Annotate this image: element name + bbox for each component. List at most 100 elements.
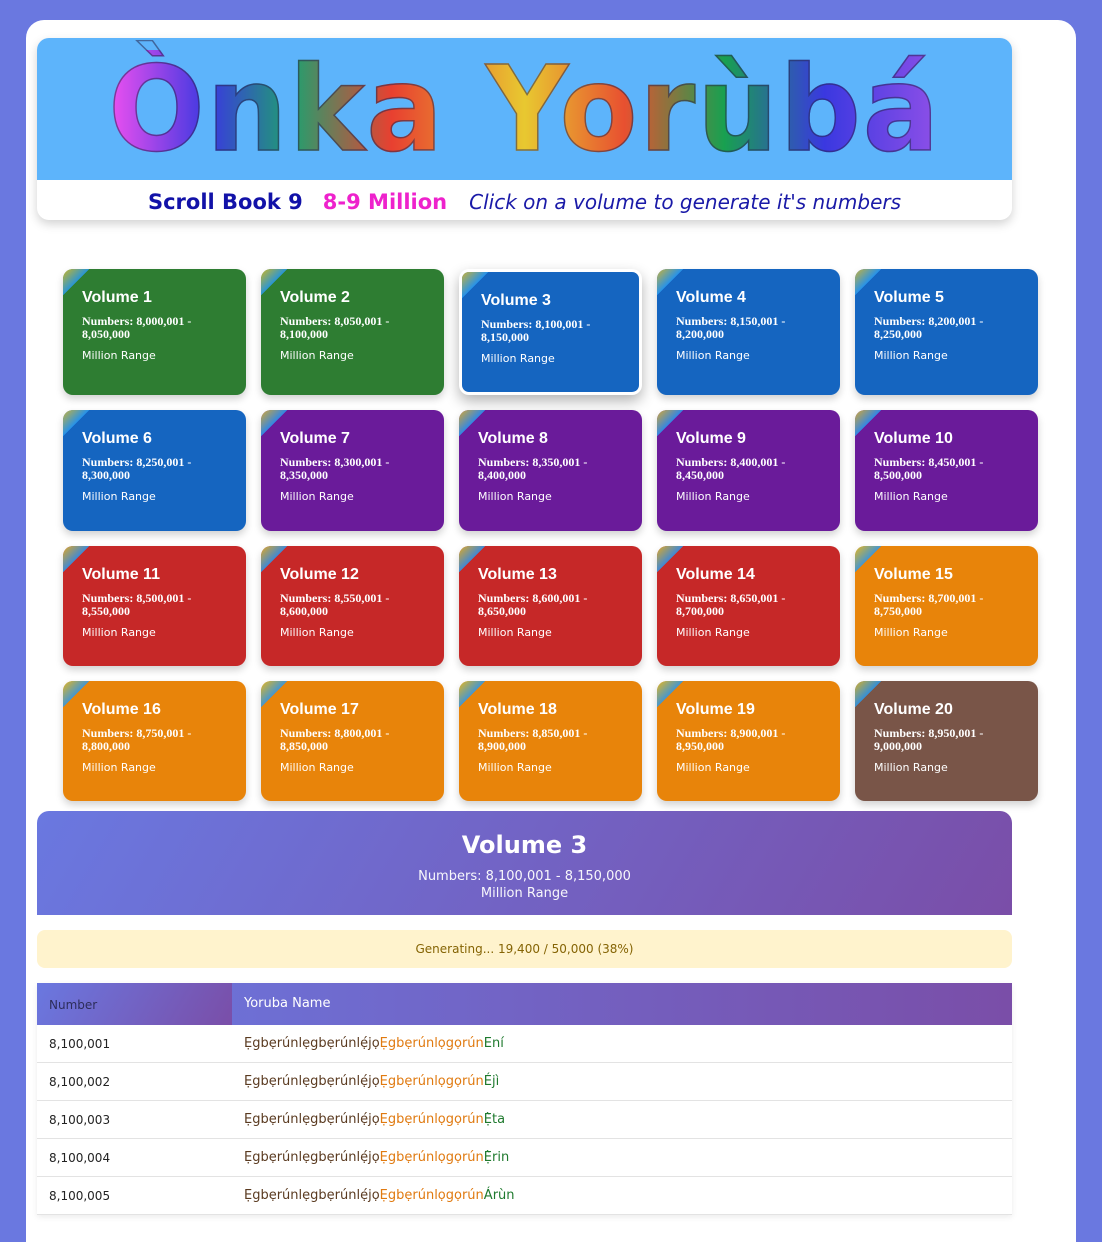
volume-card-6[interactable]: Volume 6 Numbers: 8,250,001 - 8,300,000 Mi… (63, 410, 246, 531)
volume-card-8[interactable]: Volume 8 Numbers: 8,350,001 - 8,400,000 Mi… (459, 410, 642, 531)
banner-subtitle: Scroll Book 9 8-9 Million Click on a vol… (37, 188, 1012, 216)
table-header: Number Yoruba Name (37, 983, 1012, 1025)
name-part-2: Ẹgbẹrúnlọgọrún (379, 1112, 484, 1127)
volume-title: Volume 6 (82, 430, 152, 447)
volume-range: Million Range (280, 490, 354, 503)
name-part-1: Ẹgbẹrúnlẹgbẹrúnlẹ́jọ (244, 1036, 380, 1051)
volume-numbers: Numbers: 8,700,001 - 8,750,000 (874, 591, 984, 618)
volume-title: Volume 5 (874, 289, 944, 306)
volume-card-4[interactable]: Volume 4 Numbers: 8,150,001 - 8,200,000 Mi… (657, 269, 840, 395)
volume-title: Volume 15 (874, 566, 953, 583)
volume-title: Volume 8 (478, 430, 548, 447)
name-part-3: Ẹ̀ta (483, 1112, 506, 1127)
volume-title: Volume 16 (82, 701, 161, 718)
volume-title: Volume 9 (676, 430, 746, 447)
table-row: 8,100,005 Ẹgbẹrúnlẹgbẹrúnlẹ́jọẸgbẹrúnlọgọ… (37, 1177, 1012, 1215)
volume-range: Million Range (676, 349, 750, 362)
volume-title: Volume 10 (874, 430, 953, 447)
name-part-1: Ẹgbẹrúnlẹgbẹrúnlẹ́jọ (244, 1074, 380, 1089)
volume-title: Volume 20 (874, 701, 953, 718)
volume-range: Million Range (874, 761, 948, 774)
volume-numbers: Numbers: 8,450,001 - 8,500,000 (874, 455, 984, 482)
volume-card-12[interactable]: Volume 12 Numbers: 8,550,001 - 8,600,000 M… (261, 546, 444, 666)
volume-range: Million Range (280, 349, 354, 362)
row-yoruba-name: Ẹgbẹrúnlẹgbẹrúnlẹ́jọẸgbẹrúnlọgọrúnÉjì (232, 1063, 1012, 1100)
volume-numbers: Numbers: 8,050,001 - 8,100,000 (280, 314, 390, 341)
volume-range: Million Range (874, 349, 948, 362)
volume-card-3[interactable]: Volume 3 Numbers: 8,100,001 - 8,150,000 Mi… (459, 269, 642, 395)
volume-range: Million Range (676, 490, 750, 503)
row-yoruba-name: Ẹgbẹrúnlẹgbẹrúnlẹ́jọẸgbẹrúnlọgọrúnEní (232, 1025, 1012, 1062)
volume-card-20[interactable]: Volume 20 Numbers: 8,950,001 - 9,000,000 M… (855, 681, 1038, 801)
volume-title: Volume 13 (478, 566, 557, 583)
volume-numbers: Numbers: 8,850,001 - 8,900,000 (478, 726, 588, 753)
volume-card-1[interactable]: Volume 1 Numbers: 8,000,001 - 8,050,000 Mi… (63, 269, 246, 395)
volume-range: Million Range (481, 352, 555, 365)
volume-range: Million Range (82, 626, 156, 639)
volume-numbers: Numbers: 8,300,001 - 8,350,000 (280, 455, 390, 482)
row-number: 8,100,001 (49, 1037, 111, 1051)
volume-card-2[interactable]: Volume 2 Numbers: 8,050,001 - 8,100,000 Mi… (261, 269, 444, 395)
volume-numbers: Numbers: 8,000,001 - 8,050,000 (82, 314, 192, 341)
volume-title: Volume 19 (676, 701, 755, 718)
column-header-number: Number (37, 983, 232, 1025)
volume-range: Million Range (478, 626, 552, 639)
name-part-2: Ẹgbẹrúnlọgọrún (379, 1036, 484, 1051)
volume-numbers: Numbers: 8,600,001 - 8,650,000 (478, 591, 588, 618)
table-row: 8,100,003 Ẹgbẹrúnlẹgbẹrúnlẹ́jọẸgbẹrúnlọgọ… (37, 1101, 1012, 1139)
name-part-2: Ẹgbẹrúnlọgọrún (379, 1188, 484, 1203)
numbers-table: Number Yoruba Name 8,100,001 Ẹgbẹrúnlẹgbẹ… (37, 983, 1012, 1215)
progress-status: Generating... 19,400 / 50,000 (38%) (37, 930, 1012, 968)
volume-card-17[interactable]: Volume 17 Numbers: 8,800,001 - 8,850,000 M… (261, 681, 444, 801)
column-header-name: Yoruba Name (244, 996, 331, 1011)
volume-numbers: Numbers: 8,650,001 - 8,700,000 (676, 591, 786, 618)
volume-card-11[interactable]: Volume 11 Numbers: 8,500,001 - 8,550,000 M… (63, 546, 246, 666)
volume-range: Million Range (478, 490, 552, 503)
volume-numbers: Numbers: 8,350,001 - 8,400,000 (478, 455, 588, 482)
volume-numbers: Numbers: 8,950,001 - 9,000,000 (874, 726, 984, 753)
volume-numbers: Numbers: 8,150,001 - 8,200,000 (676, 314, 786, 341)
volume-card-7[interactable]: Volume 7 Numbers: 8,300,001 - 8,350,000 Mi… (261, 410, 444, 531)
volume-range: Million Range (676, 626, 750, 639)
volume-card-9[interactable]: Volume 9 Numbers: 8,400,001 - 8,450,000 Mi… (657, 410, 840, 531)
book-title: Scroll Book 9 (147, 190, 303, 214)
row-number: 8,100,005 (49, 1189, 111, 1203)
volume-range: Million Range (874, 490, 948, 503)
row-yoruba-name: Ẹgbẹrúnlẹgbẹrúnlẹ́jọẸgbẹrúnlọgọrúnẸ̀rin (232, 1139, 1012, 1176)
volume-numbers: Numbers: 8,250,001 - 8,300,000 (82, 455, 192, 482)
name-part-1: Ẹgbẹrúnlẹgbẹrúnlẹ́jọ (244, 1188, 380, 1203)
row-yoruba-name: Ẹgbẹrúnlẹgbẹrúnlẹ́jọẸgbẹrúnlọgọrúnÁrùn (232, 1177, 1012, 1214)
volume-numbers: Numbers: 8,200,001 - 8,250,000 (874, 314, 984, 341)
volume-card-18[interactable]: Volume 18 Numbers: 8,850,001 - 8,900,000 M… (459, 681, 642, 801)
row-number: 8,100,002 (49, 1075, 111, 1089)
volume-title: Volume 14 (676, 566, 755, 583)
name-part-3: Ení (483, 1036, 504, 1051)
volume-title: Volume 1 (82, 289, 152, 306)
volume-title: Volume 12 (280, 566, 359, 583)
table-row: 8,100,004 Ẹgbẹrúnlẹgbẹrúnlẹ́jọẸgbẹrúnlọgọ… (37, 1139, 1012, 1177)
volume-card-19[interactable]: Volume 19 Numbers: 8,900,001 - 8,950,000 M… (657, 681, 840, 801)
name-part-3: Ẹ̀rin (483, 1150, 510, 1165)
selected-volume-header: Volume 3 Numbers: 8,100,001 - 8,150,000 … (37, 811, 1012, 915)
volume-card-15[interactable]: Volume 15 Numbers: 8,700,001 - 8,750,000 M… (855, 546, 1038, 666)
progress-text: Generating... 19,400 / 50,000 (38%) (415, 942, 634, 956)
volume-title: Volume 17 (280, 701, 359, 718)
site-logo: Ònka Yorùbá (107, 40, 941, 178)
volume-title: Volume 11 (82, 566, 160, 583)
volume-numbers: Numbers: 8,500,001 - 8,550,000 (82, 591, 192, 618)
volume-numbers: Numbers: 8,550,001 - 8,600,000 (280, 591, 390, 618)
volume-card-16[interactable]: Volume 16 Numbers: 8,750,001 - 8,800,000 M… (63, 681, 246, 801)
table-body: 8,100,001 Ẹgbẹrúnlẹgbẹrúnlẹ́jọẸgbẹrúnlọgọ… (37, 1025, 1012, 1215)
volume-card-14[interactable]: Volume 14 Numbers: 8,650,001 - 8,700,000 M… (657, 546, 840, 666)
volume-card-13[interactable]: Volume 13 Numbers: 8,600,001 - 8,650,000 M… (459, 546, 642, 666)
volume-card-10[interactable]: Volume 10 Numbers: 8,450,001 - 8,500,000 M… (855, 410, 1038, 531)
volume-title: Volume 7 (280, 430, 350, 447)
volume-numbers: Numbers: 8,900,001 - 8,950,000 (676, 726, 786, 753)
volume-title: Volume 2 (280, 289, 350, 306)
selected-volume-range: Million Range (480, 886, 569, 901)
volume-card-5[interactable]: Volume 5 Numbers: 8,200,001 - 8,250,000 Mi… (855, 269, 1038, 395)
name-part-1: Ẹgbẹrúnlẹgbẹrúnlẹ́jọ (244, 1150, 380, 1165)
table-row: 8,100,001 Ẹgbẹrúnlẹgbẹrúnlẹ́jọẸgbẹrúnlọgọ… (37, 1025, 1012, 1063)
volume-title: Volume 18 (478, 701, 557, 718)
volume-range: Million Range (478, 761, 552, 774)
